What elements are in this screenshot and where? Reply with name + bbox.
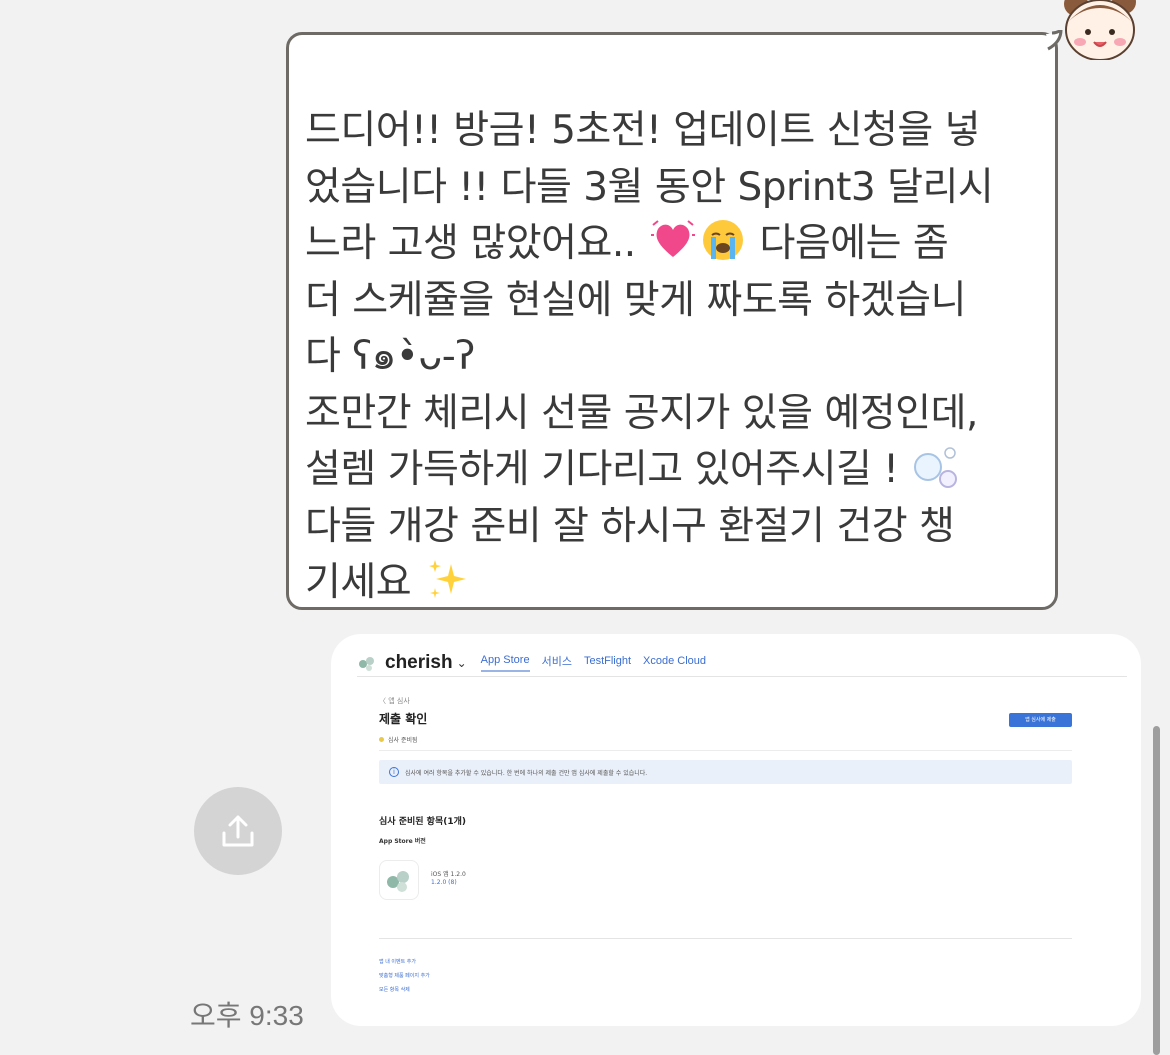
sparkles-icon xyxy=(429,560,467,598)
status-dot xyxy=(379,737,384,742)
tab-app-store: App Store xyxy=(480,654,530,672)
remove-all-items-link: 모든 항목 삭제 xyxy=(379,987,410,993)
info-banner: i 심사에 여러 항목을 추가할 수 있습니다. 한 번에 하나의 제출 건만 … xyxy=(379,760,1072,784)
message-line: 기세요 xyxy=(305,560,412,605)
nav-divider xyxy=(357,676,1127,677)
divider xyxy=(379,750,1072,751)
status-text: 심사 준비됨 xyxy=(388,737,418,744)
message-line: 었습니다 !! 다들 3월 동안 Sprint3 달리시 xyxy=(305,164,994,210)
section-title: 심사 준비된 항목(1개) xyxy=(379,817,466,827)
bubble-tail xyxy=(1046,30,1063,51)
crying-face-icon xyxy=(702,220,743,260)
back-link: 〈 앱 심사 xyxy=(379,697,410,705)
message-line: 드디어!! 방금! 5초전! 업데이트 신청을 넣 xyxy=(305,108,981,153)
version-build: 1.2.0 (8) xyxy=(431,879,457,886)
cherish-logo-icon xyxy=(359,657,374,671)
message-text: 드디어!! 방금! 5초전! 업데이트 신청을 넣 었습니다 !! 다들 3월 … xyxy=(305,103,1045,612)
tab-testflight: TestFlight xyxy=(583,655,632,667)
app-icon xyxy=(379,860,419,900)
message-line: 다들 개강 준비 잘 하시구 환절기 건강 챙 xyxy=(305,503,955,549)
heart-pulse-icon xyxy=(650,220,695,257)
message-line: 더 스케쥴을 현실에 맞게 짜도록 하겠습니 xyxy=(305,277,966,323)
message-line: 느라 고생 많았어요.. xyxy=(305,221,636,266)
bubbles-icon xyxy=(914,447,958,488)
info-text: 심사에 여러 항목을 추가할 수 있습니다. 한 번에 하나의 제출 건만 앱 … xyxy=(405,769,648,777)
tab-xcode-cloud: Xcode Cloud xyxy=(643,655,707,667)
message-bubble[interactable]: 드디어!! 방금! 5초전! 업데이트 신청을 넣 었습니다 !! 다들 3월 … xyxy=(286,32,1058,610)
cherish-app-icon xyxy=(387,871,409,892)
add-in-app-event-link: 앱 내 이벤트 추가 xyxy=(379,959,416,965)
status-badge: 심사 준비됨 xyxy=(379,735,418,744)
chevron-down-icon: ⌄ xyxy=(456,656,467,670)
message-line: 다 ʕ๑•̀ᴗ-ʔ xyxy=(305,334,475,379)
message-line: 다음에는 좀 xyxy=(759,221,949,266)
add-custom-product-page-link: 맞춤형 제품 페이지 추가 xyxy=(379,973,430,979)
scrollbar[interactable] xyxy=(1153,726,1160,1055)
message-timestamp: 오후 9:33 xyxy=(190,1000,304,1031)
page-title: 제출 확인 xyxy=(379,712,428,726)
share-icon xyxy=(222,815,254,847)
tab-services: 서비스 xyxy=(541,656,572,668)
version-platform: iOS 앱 1.2.0 xyxy=(431,871,466,878)
brand-name: cherish xyxy=(385,652,453,673)
section-subtitle: App Store 버전 xyxy=(379,838,426,845)
message-line: 설렘 가득하게 기다리고 있어주시길 ! xyxy=(305,447,899,492)
app-store-connect-nav: cherish ⌄ App Store 서비스 TestFlight Xcode… xyxy=(357,648,1117,678)
share-button[interactable] xyxy=(194,787,282,875)
attached-screenshot[interactable]: cherish ⌄ App Store 서비스 TestFlight Xcode… xyxy=(331,634,1141,1026)
message-line: 조만간 체리시 선물 공지가 있을 예정인데, xyxy=(305,390,978,436)
info-icon: i xyxy=(389,767,399,777)
submit-for-review-button: 앱 심사에 제출 xyxy=(1009,713,1072,727)
divider xyxy=(379,938,1072,939)
